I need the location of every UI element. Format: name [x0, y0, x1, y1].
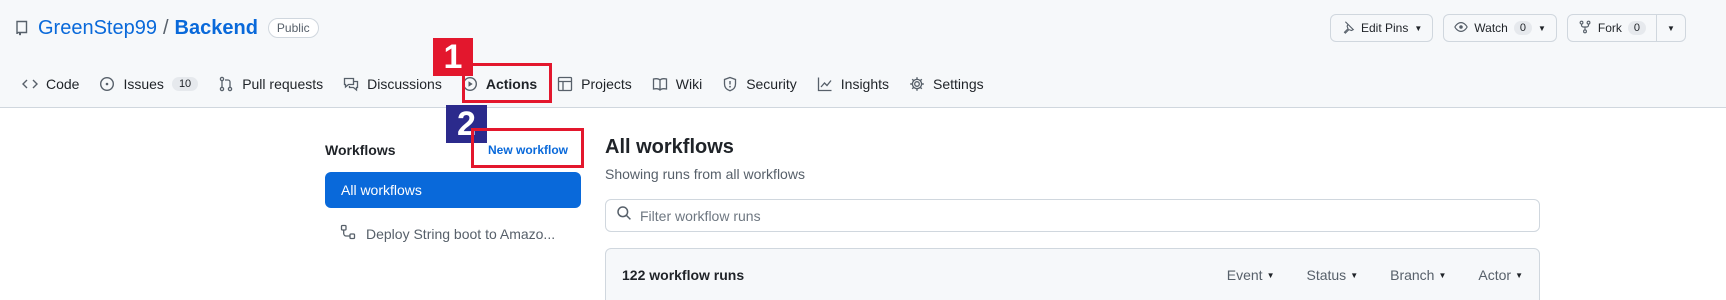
- graph-icon: [817, 76, 833, 92]
- table-icon: [557, 76, 573, 92]
- watch-button[interactable]: Watch 0 ▼: [1443, 14, 1557, 42]
- fork-label: Fork: [1597, 21, 1622, 35]
- fork-count: 0: [1627, 21, 1647, 35]
- discussions-icon: [343, 76, 359, 92]
- search-icon: [616, 205, 632, 226]
- book-icon: [652, 76, 668, 92]
- tab-projects-label: Projects: [581, 76, 632, 92]
- annotation-box-actions: [462, 63, 552, 103]
- all-workflows-item[interactable]: All workflows: [325, 172, 581, 208]
- workflows-heading: Workflows: [325, 142, 396, 158]
- branch-filter[interactable]: Branch ▼: [1390, 267, 1446, 283]
- tab-pull-requests[interactable]: Pull requests: [208, 66, 333, 102]
- watch-count: 0: [1513, 21, 1532, 35]
- event-filter[interactable]: Event ▼: [1227, 267, 1275, 283]
- gear-icon: [909, 76, 925, 92]
- runs-filters: Event ▼ Status ▼ Branch ▼ Actor ▼: [1227, 267, 1523, 283]
- workflow-name: Deploy String boot to Amazo...: [366, 225, 556, 242]
- event-filter-label: Event: [1226, 267, 1263, 283]
- new-workflow-button[interactable]: New workflow: [488, 143, 568, 157]
- chevron-down-icon: ▼: [1350, 270, 1359, 280]
- tab-settings[interactable]: Settings: [899, 66, 994, 102]
- tab-pull-requests-label: Pull requests: [242, 76, 324, 92]
- watch-label: Watch: [1474, 21, 1508, 35]
- tab-insights[interactable]: Insights: [807, 66, 899, 102]
- visibility-badge: Public: [267, 18, 319, 38]
- issues-count: 10: [171, 77, 199, 91]
- tab-issues-label: Issues: [123, 76, 164, 92]
- fork-dropdown-button[interactable]: ▼: [1656, 15, 1685, 41]
- filter-input[interactable]: [640, 207, 1520, 224]
- edit-pins-button[interactable]: Edit Pins ▼: [1330, 14, 1434, 42]
- shield-icon: [722, 76, 738, 92]
- page-title: All workflows: [605, 136, 734, 158]
- tab-discussions-label: Discussions: [367, 76, 442, 92]
- tab-security-label: Security: [746, 76, 797, 92]
- chevron-down-icon: ▼: [1537, 23, 1546, 33]
- chevron-down-icon: ▼: [1667, 23, 1675, 33]
- tab-settings-label: Settings: [933, 76, 984, 92]
- actor-filter-label: Actor: [1478, 267, 1512, 283]
- tab-issues[interactable]: Issues 10: [89, 66, 208, 102]
- chevron-down-icon: ▼: [1438, 270, 1447, 280]
- code-icon: [22, 76, 38, 92]
- workflow-list-item[interactable]: Deploy String boot to Amazo...: [340, 224, 555, 243]
- tab-wiki-label: Wiki: [675, 76, 703, 92]
- repo-actions: Edit Pins ▼ Watch 0 ▼ Fork 0 ▼: [1330, 14, 1686, 42]
- eye-icon: [1454, 20, 1469, 37]
- runs-count: 122 workflow runs: [622, 267, 745, 283]
- issue-icon: [99, 76, 115, 92]
- repo-icon: [14, 20, 30, 36]
- page-subtitle: Showing runs from all workflows: [605, 166, 805, 182]
- tab-wiki[interactable]: Wiki: [642, 66, 712, 102]
- fork-icon: [1578, 20, 1592, 37]
- workflow-icon: [340, 224, 356, 243]
- tab-security[interactable]: Security: [712, 66, 807, 102]
- pull-request-icon: [218, 76, 234, 92]
- repo-title: GreenStep99 / Backend Public: [14, 14, 319, 42]
- tab-insights-label: Insights: [840, 76, 890, 92]
- tab-projects[interactable]: Projects: [547, 66, 642, 102]
- filter-workflow-runs[interactable]: [605, 199, 1540, 232]
- pin-icon: [1341, 20, 1355, 37]
- tab-code-label: Code: [46, 76, 80, 92]
- repo-header: GreenStep99 / Backend Public Edit Pins ▼…: [0, 0, 1726, 108]
- edit-pins-label: Edit Pins: [1361, 21, 1409, 35]
- fork-button[interactable]: Fork 0: [1568, 15, 1656, 41]
- runs-header: 122 workflow runs Event ▼ Status ▼ Branch ▼…: [605, 248, 1540, 300]
- branch-filter-label: Branch: [1390, 267, 1435, 283]
- status-filter[interactable]: Status ▼: [1306, 267, 1358, 283]
- chevron-down-icon: ▼: [1515, 270, 1523, 280]
- status-filter-label: Status: [1306, 267, 1347, 283]
- chevron-down-icon: ▼: [1414, 23, 1423, 33]
- repo-separator: /: [162, 16, 169, 39]
- actor-filter[interactable]: Actor ▼: [1478, 267, 1523, 283]
- repo-name-link[interactable]: Backend: [175, 17, 258, 40]
- fork-button-group: Fork 0 ▼: [1566, 14, 1686, 42]
- tab-code[interactable]: Code: [12, 66, 89, 102]
- repo-owner-link[interactable]: GreenStep99: [38, 17, 157, 40]
- chevron-down-icon: ▼: [1266, 270, 1275, 280]
